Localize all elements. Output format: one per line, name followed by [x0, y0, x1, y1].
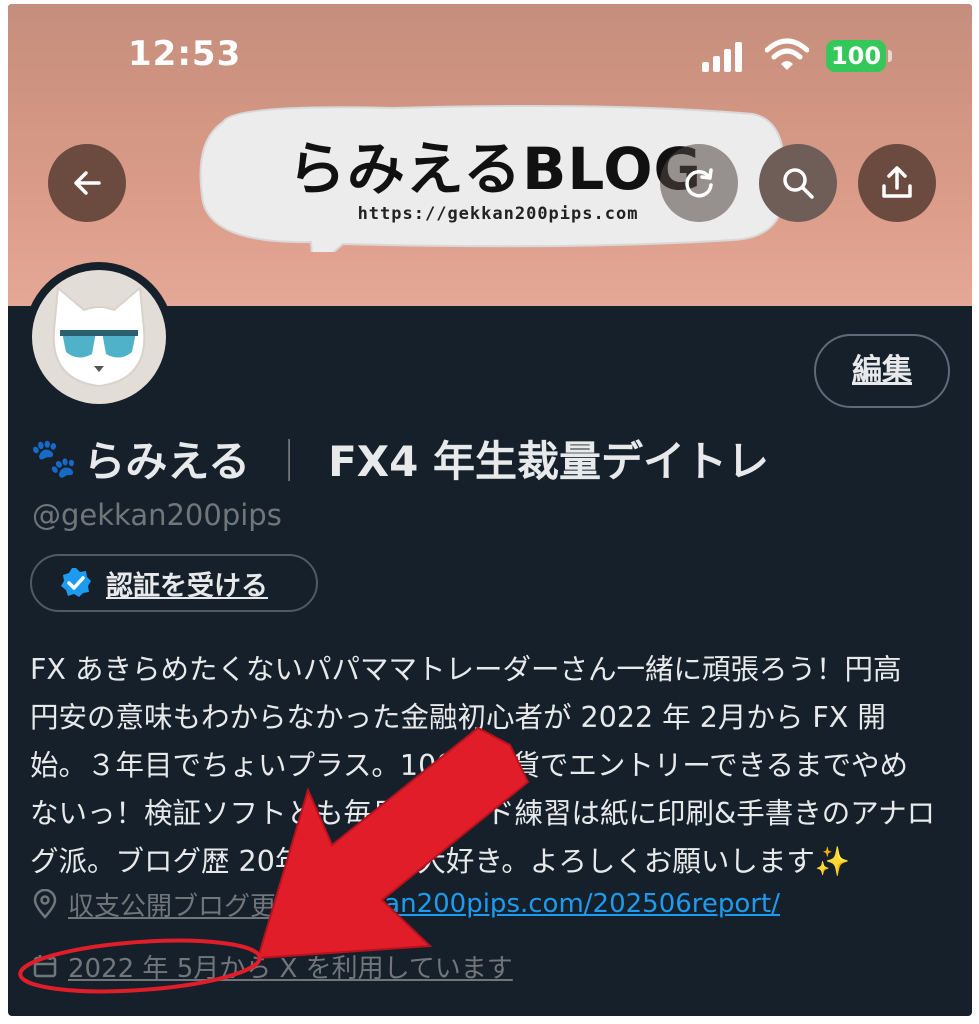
bio-line: 円安の意味もわからなかった金融初心者が 2022 年 2月から FX 開 — [30, 701, 886, 734]
bio-line-text: グ派。ブログ歴 20年、ブログ大好き。よろしくお願いします — [30, 845, 815, 878]
share-button[interactable] — [858, 144, 936, 222]
signal-icon — [702, 42, 742, 72]
location-pin-icon — [33, 889, 57, 919]
bio-line: 始。３年目でちょいプラス。100万通貨でエントリーできるまでやめ — [30, 749, 909, 782]
sparkles-icon: ✨ — [814, 845, 851, 878]
location-row: 収支公開ブログ更新 gekkan200pips.com/202506report… — [32, 886, 780, 922]
cat-sunglasses-icon — [52, 286, 146, 388]
calendar-icon — [33, 955, 57, 978]
avatar[interactable] — [24, 262, 174, 412]
get-verified-label: 認証を受ける — [106, 570, 268, 602]
status-time: 12:53 — [128, 34, 242, 74]
battery-tip — [888, 50, 892, 62]
header-banner: らみえるBLOG https://gekkan200pips.com 12:53… — [8, 4, 972, 306]
refresh-icon — [685, 168, 713, 198]
bio-line-last: グ派。ブログ歴 20年、ブログ大好き。よろしくお願いします✨ — [30, 838, 950, 886]
back-arrow-icon — [74, 171, 101, 195]
display-name-main: らみえる — [83, 437, 251, 486]
bio-line: FX あきらめたくないパパママトレーダーさん一緒に頑張ろう！円高 — [30, 653, 902, 686]
wifi-icon — [765, 38, 809, 70]
joined-date: 2022 年 5月から X を利用しています — [68, 953, 513, 984]
get-verified-button[interactable]: 認証を受ける — [30, 554, 318, 612]
blog-url: https://gekkan200pips.com — [357, 204, 639, 224]
refresh-button[interactable] — [660, 144, 738, 222]
bio-line: ないっ！検証ソフトとも毎日トレード練習は紙に印刷&手書きのアナロ — [30, 797, 936, 830]
search-icon — [783, 168, 814, 199]
avatar-image — [32, 270, 166, 404]
location-text: 収支公開ブログ更新 — [68, 891, 303, 922]
joined-date-row: 2022 年 5月から X を利用しています — [32, 948, 513, 984]
display-name: 🐾 らみえる ｜ FX4 年生裁量デイトレ — [30, 428, 769, 489]
paw-icon: 🐾 — [30, 436, 78, 480]
search-button[interactable] — [759, 144, 837, 222]
profile-screen: らみえるBLOG https://gekkan200pips.com 12:53… — [8, 4, 972, 1016]
edit-profile-button[interactable]: 編集 — [814, 334, 950, 408]
profile-bio: FX あきらめたくないパパママトレーダーさん一緒に頑張ろう！円高 円安の意味もわ… — [30, 646, 950, 886]
display-name-suffix: FX4 年生裁量デイトレ — [328, 437, 770, 486]
user-handle: @gekkan200pips — [32, 498, 282, 532]
battery-indicator: 100 — [826, 40, 886, 72]
share-icon — [882, 166, 912, 198]
profile-website-link[interactable]: gekkan200pips.com/202506report/ — [322, 889, 780, 919]
blog-title: らみえるBLOG — [287, 135, 703, 203]
back-button[interactable] — [48, 144, 126, 222]
name-separator: ｜ — [268, 437, 311, 486]
verified-badge-icon — [61, 568, 91, 597]
